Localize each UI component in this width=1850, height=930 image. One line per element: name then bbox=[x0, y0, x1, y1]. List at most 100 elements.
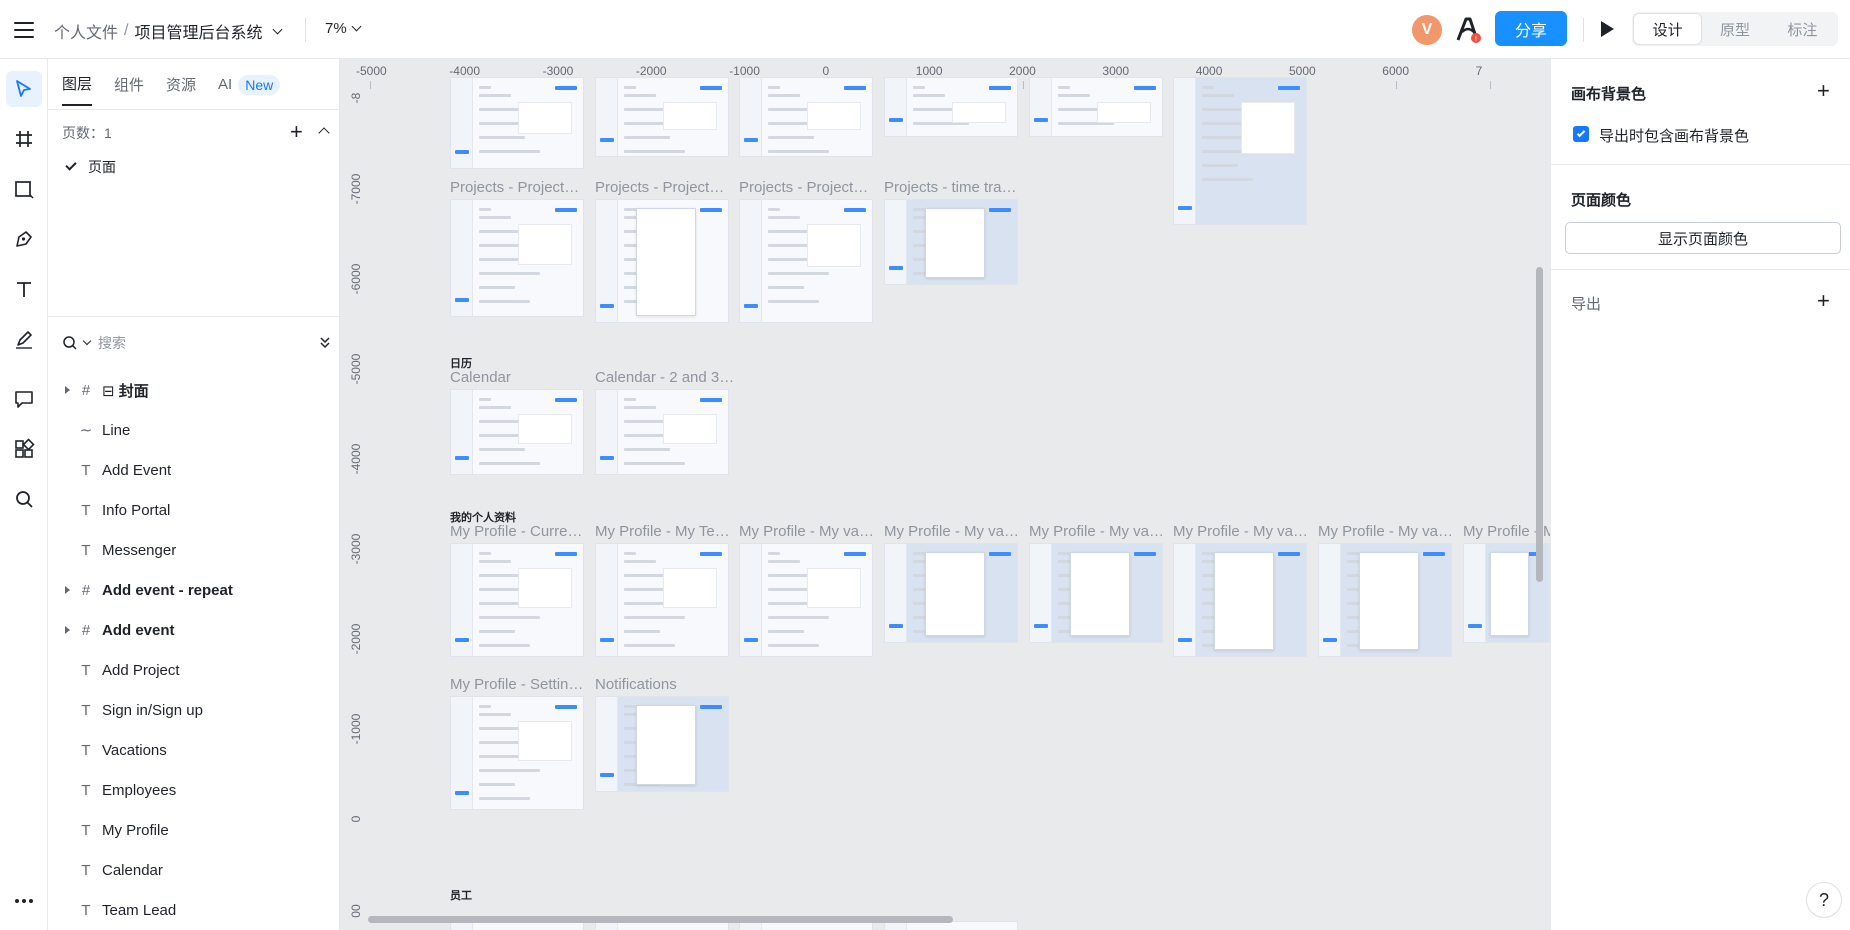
pen-tool-icon[interactable] bbox=[6, 221, 42, 257]
frame-thumbnail[interactable] bbox=[884, 77, 1018, 137]
frame-card bbox=[807, 568, 861, 608]
show-page-color-button[interactable]: 显示页面颜色 bbox=[1565, 222, 1841, 254]
frame-thumbnail[interactable] bbox=[595, 696, 729, 792]
ruler-y-label: -2000 bbox=[349, 623, 363, 655]
expand-arrow-icon[interactable] bbox=[65, 386, 70, 394]
frame-title[interactable]: My Profile - My va… bbox=[1173, 523, 1313, 540]
tab-design[interactable]: 设计 bbox=[1634, 14, 1702, 44]
layer-name: 封面 bbox=[118, 382, 149, 400]
search-icon[interactable] bbox=[62, 335, 78, 351]
frame-thumbnail[interactable] bbox=[595, 199, 729, 323]
pencil-tool-icon[interactable] bbox=[6, 321, 42, 357]
collapse-all-icon[interactable] bbox=[318, 335, 332, 349]
tab-layers[interactable]: 图层 bbox=[62, 73, 93, 106]
frame-thumbnail[interactable] bbox=[884, 199, 1018, 285]
search-tool-icon[interactable] bbox=[6, 481, 42, 517]
frame-line bbox=[1202, 164, 1238, 167]
frame-title[interactable]: Projects - Project… bbox=[450, 179, 590, 196]
zoom-dropdown[interactable]: 7% bbox=[325, 20, 362, 37]
layer-item[interactable]: T Add Project bbox=[48, 650, 340, 690]
play-icon[interactable] bbox=[1601, 21, 1614, 37]
frame-thumbnail[interactable] bbox=[450, 199, 584, 317]
frame-title[interactable]: My Profile - My va… bbox=[739, 523, 879, 540]
share-button[interactable]: 分享 bbox=[1495, 11, 1567, 46]
frame-thumbnail[interactable] bbox=[450, 77, 584, 169]
frame-title[interactable]: Notifications bbox=[595, 676, 735, 693]
text-layer-icon: T bbox=[81, 461, 91, 479]
layer-item[interactable]: T Calendar bbox=[48, 850, 340, 890]
avatar[interactable]: V bbox=[1412, 15, 1442, 45]
help-button[interactable]: ? bbox=[1806, 882, 1842, 918]
comment-tool-icon[interactable] bbox=[6, 381, 42, 417]
frame-thumbnail[interactable] bbox=[450, 543, 584, 657]
breadcrumb-parent[interactable]: 个人文件 bbox=[54, 19, 118, 43]
select-tool-icon[interactable] bbox=[6, 71, 42, 107]
layer-item[interactable]: T Sign in/Sign up bbox=[48, 690, 340, 730]
frame-title[interactable]: My Profile - Settin… bbox=[450, 676, 590, 693]
frame-thumbnail[interactable] bbox=[739, 77, 873, 157]
tab-components[interactable]: 组件 bbox=[114, 74, 144, 105]
frame-thumbnail[interactable] bbox=[739, 543, 873, 657]
layer-item[interactable]: # Add event bbox=[48, 610, 340, 650]
frame-thumbnail[interactable] bbox=[739, 199, 873, 323]
frame-thumbnail[interactable] bbox=[450, 696, 584, 810]
add-export-icon[interactable]: + bbox=[1817, 290, 1830, 312]
frame-thumbnail[interactable] bbox=[884, 543, 1018, 643]
frame-title[interactable]: My Profile - My Te… bbox=[595, 523, 735, 540]
page-item[interactable]: 页面 bbox=[62, 157, 116, 177]
chevron-up-icon[interactable] bbox=[318, 127, 330, 139]
search-input[interactable] bbox=[98, 335, 278, 351]
frame-title[interactable]: Projects - Project… bbox=[739, 179, 879, 196]
expand-arrow-icon[interactable] bbox=[65, 586, 70, 594]
add-page-icon[interactable]: + bbox=[290, 119, 303, 145]
tab-annotate[interactable]: 标注 bbox=[1769, 14, 1836, 44]
frame-title[interactable]: Projects - Project… bbox=[595, 179, 735, 196]
layer-item[interactable]: T Employees bbox=[48, 770, 340, 810]
frame-thumbnail[interactable] bbox=[595, 77, 729, 157]
frame-thumbnail[interactable] bbox=[1029, 77, 1163, 137]
text-tool-icon[interactable] bbox=[6, 271, 42, 307]
layer-item[interactable]: T My Profile bbox=[48, 810, 340, 850]
frame-thumbnail[interactable] bbox=[1029, 543, 1163, 643]
file-name[interactable]: 项目管理后台系统 bbox=[134, 19, 262, 43]
frame-title[interactable]: Projects - time tra… bbox=[884, 179, 1024, 196]
tab-prototype[interactable]: 原型 bbox=[1701, 14, 1768, 44]
layer-item[interactable]: T Add Event bbox=[48, 450, 340, 490]
frame-thumbnail[interactable] bbox=[595, 543, 729, 657]
rectangle-tool-icon[interactable] bbox=[6, 171, 42, 207]
tab-ai[interactable]: AI bbox=[218, 76, 232, 103]
frame-title[interactable]: Calendar - 2 and 3… bbox=[595, 369, 735, 386]
frame-thumbnail[interactable] bbox=[450, 389, 584, 475]
frame-title[interactable]: My Profile - Curre… bbox=[450, 523, 590, 540]
add-canvas-bg-icon[interactable]: + bbox=[1817, 80, 1830, 102]
frame-title[interactable]: Calendar bbox=[450, 369, 590, 386]
horizontal-scrollbar[interactable] bbox=[368, 916, 953, 923]
frame-thumbnail[interactable] bbox=[1318, 543, 1452, 657]
frame-tool-icon[interactable] bbox=[6, 121, 42, 157]
frame-thumbnail[interactable] bbox=[595, 389, 729, 475]
more-icon[interactable] bbox=[6, 883, 42, 919]
frame-title[interactable]: My Profile - My va… bbox=[884, 523, 1024, 540]
chevron-down-icon[interactable] bbox=[273, 24, 283, 34]
tab-assets[interactable]: 资源 bbox=[166, 74, 196, 105]
hamburger-menu-icon[interactable] bbox=[12, 18, 36, 42]
layer-item[interactable]: # ⊟ 封面 bbox=[48, 370, 340, 410]
layer-item[interactable]: # Add event - repeat bbox=[48, 570, 340, 610]
canvas[interactable]: -5000 -4000 -3000 -2000 -1000 0 1000 2000 3000 40… bbox=[340, 59, 1550, 930]
layer-item[interactable]: T Vacations bbox=[48, 730, 340, 770]
expand-arrow-icon[interactable] bbox=[65, 626, 70, 634]
chevron-down-icon[interactable] bbox=[82, 336, 92, 346]
frame-thumbnail[interactable] bbox=[1173, 543, 1307, 657]
layer-item[interactable]: T Team Lead bbox=[48, 890, 340, 930]
vertical-scrollbar[interactable] bbox=[1536, 267, 1543, 582]
include-bg-checkbox[interactable] bbox=[1573, 126, 1589, 142]
frame-title[interactable]: My Profile - My va… bbox=[1318, 523, 1458, 540]
layer-item[interactable]: T Info Portal bbox=[48, 490, 340, 530]
ai-assistant-icon[interactable]: ! bbox=[1455, 14, 1483, 44]
layer-item[interactable]: ∼ Line bbox=[48, 410, 340, 450]
frame-thumbnail[interactable] bbox=[1173, 77, 1307, 225]
plugins-tool-icon[interactable] bbox=[6, 431, 42, 467]
frame-title[interactable]: My Profile - My va… bbox=[1029, 523, 1169, 540]
layer-item[interactable]: T Messenger bbox=[48, 530, 340, 570]
frame-line bbox=[768, 644, 819, 647]
